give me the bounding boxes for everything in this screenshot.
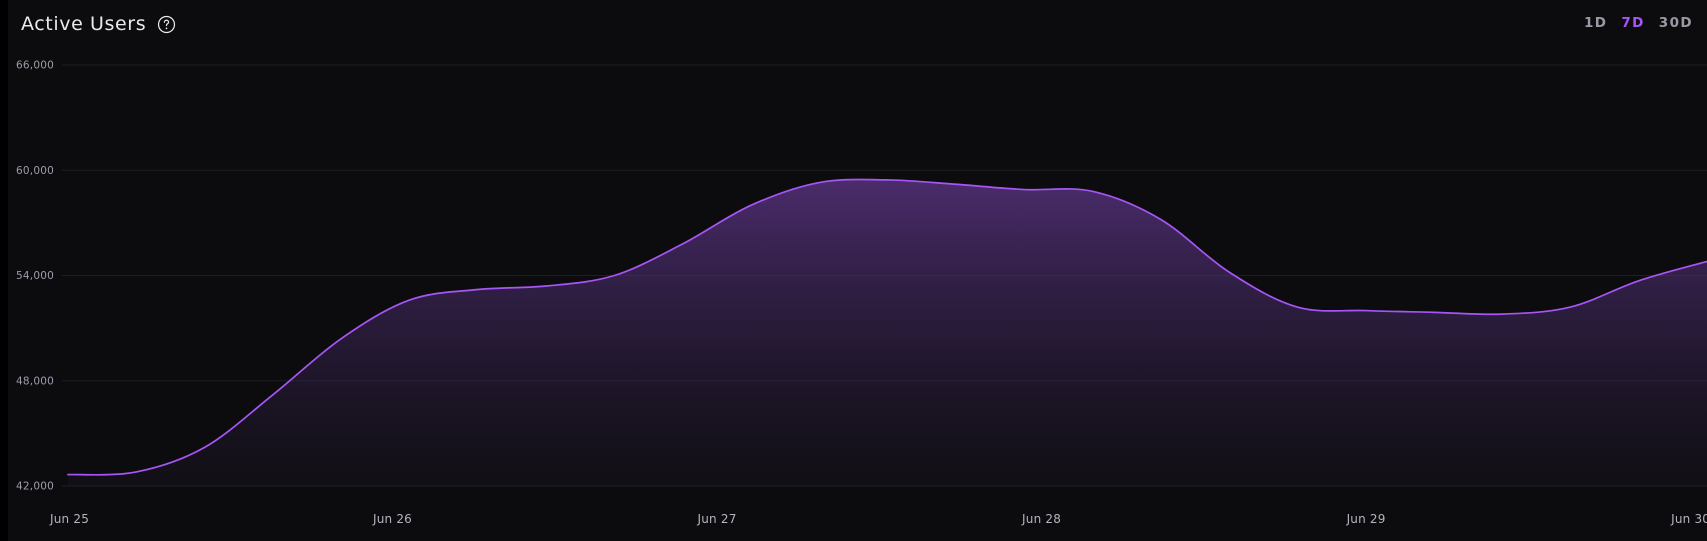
question-mark-circle-icon[interactable] [157, 15, 176, 34]
time-range-selector: 1D 7D 30D [1584, 14, 1693, 32]
y-tick-label: 66,000 [16, 60, 54, 72]
x-tick-label: Jun 25 [49, 512, 89, 526]
page-title: Active Users [21, 10, 146, 38]
chart-plot-area: 42,00048,00054,00060,00066,000 Jun 25Jun… [8, 50, 1707, 541]
header-title-group: Active Users [21, 10, 176, 38]
line-area-chart[interactable]: 42,00048,00054,00060,00066,000 Jun 25Jun… [8, 50, 1707, 541]
y-axis-labels: 42,000 48,000 54,000 60,000 66,000 [16, 60, 54, 493]
range-button-30d[interactable]: 30D [1659, 14, 1693, 32]
chart-area-fill [68, 179, 1707, 486]
y-tick-label: 48,000 [16, 375, 54, 387]
x-tick-label: Jun 26 [372, 512, 412, 526]
x-tick-label: Jun 28 [1021, 512, 1061, 526]
active-users-chart-card: Active Users 1D 7D 30D [0, 0, 1707, 541]
range-button-1d[interactable]: 1D [1584, 14, 1607, 32]
x-tick-label: Jun 30 [1670, 512, 1707, 526]
x-axis-labels: Jun 25 Jun 26 Jun 27 Jun 28 Jun 29 Jun 30 [49, 512, 1707, 526]
x-tick-label: Jun 27 [697, 512, 737, 526]
range-button-7d[interactable]: 7D [1621, 14, 1644, 32]
chart-panel: Active Users 1D 7D 30D [8, 0, 1707, 541]
y-tick-label: 42,000 [16, 481, 54, 493]
left-gutter [0, 0, 8, 541]
y-tick-label: 60,000 [16, 165, 54, 177]
x-tick-label: Jun 29 [1346, 512, 1386, 526]
card-header: Active Users 1D 7D 30D [8, 0, 1707, 50]
y-tick-label: 54,000 [16, 270, 54, 282]
